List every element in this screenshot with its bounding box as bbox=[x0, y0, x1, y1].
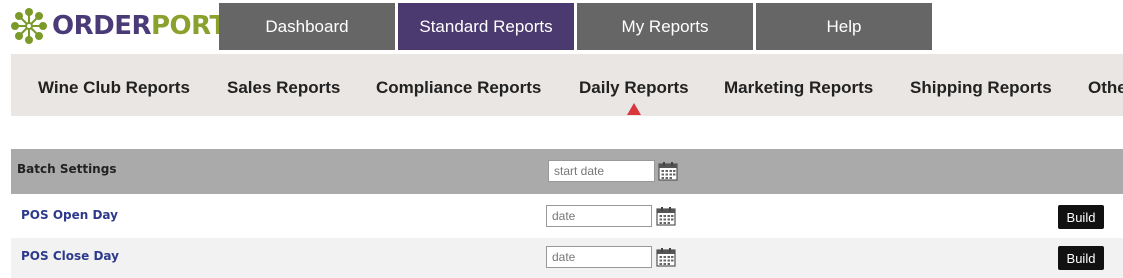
report-date-input[interactable] bbox=[546, 205, 652, 227]
subnav-wine-club-reports[interactable]: Wine Club Reports bbox=[38, 54, 190, 116]
subnav-other-reports[interactable]: Othe bbox=[1088, 54, 1123, 116]
subnav-compliance-reports[interactable]: Compliance Reports bbox=[376, 54, 541, 116]
logo-port-text: PORT bbox=[151, 11, 227, 41]
calendar-icon[interactable] bbox=[656, 247, 676, 267]
report-name[interactable]: POS Open Day bbox=[21, 208, 118, 222]
batch-settings-row: Batch Settings bbox=[11, 149, 1123, 194]
report-name[interactable]: POS Close Day bbox=[21, 249, 119, 263]
report-category-nav: Wine Club Reports Sales Reports Complian… bbox=[11, 54, 1123, 116]
subnav-marketing-reports[interactable]: Marketing Reports bbox=[724, 54, 873, 116]
flower-logo-icon bbox=[11, 8, 47, 44]
build-button[interactable]: Build bbox=[1058, 205, 1104, 229]
logo-wordmark: ORDERPORT bbox=[52, 6, 227, 46]
subnav-sales-reports[interactable]: Sales Reports bbox=[227, 54, 340, 116]
report-row-pos-close-day: POS Close Day Build bbox=[11, 238, 1123, 278]
calendar-icon[interactable] bbox=[658, 161, 678, 181]
active-tab-indicator bbox=[627, 103, 641, 115]
logo-order-text: ORDER bbox=[52, 11, 152, 41]
tab-standard-reports[interactable]: Standard Reports bbox=[398, 3, 574, 50]
build-button[interactable]: Build bbox=[1058, 246, 1104, 270]
tab-help[interactable]: Help bbox=[756, 3, 932, 50]
report-row-pos-open-day: POS Open Day Build bbox=[11, 196, 1123, 236]
batch-start-date-input[interactable] bbox=[548, 160, 655, 182]
orderport-logo[interactable]: ORDERPORT bbox=[10, 6, 227, 46]
tab-my-reports[interactable]: My Reports bbox=[577, 3, 753, 50]
tab-dashboard[interactable]: Dashboard bbox=[219, 3, 395, 50]
subnav-shipping-reports[interactable]: Shipping Reports bbox=[910, 54, 1052, 116]
report-date-input[interactable] bbox=[546, 246, 652, 268]
batch-settings-label: Batch Settings bbox=[17, 162, 117, 176]
top-nav: Dashboard Standard Reports My Reports He… bbox=[219, 3, 935, 50]
calendar-icon[interactable] bbox=[656, 206, 676, 226]
